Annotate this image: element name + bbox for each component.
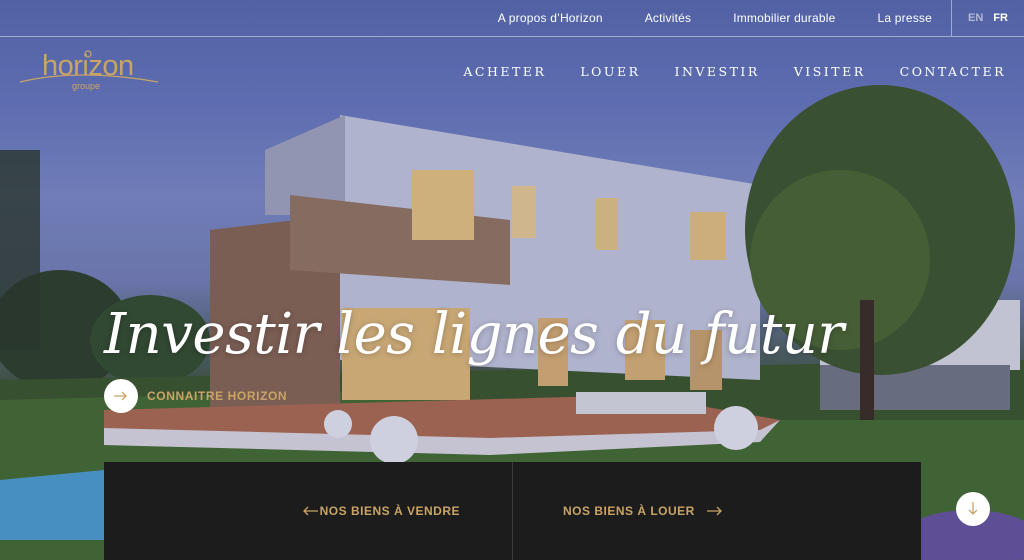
cta-label[interactable]: CONNAITRE HORIZON bbox=[147, 389, 287, 403]
logo-subtitle: groupe bbox=[72, 81, 101, 91]
hero-headline: Investir les lignes du futur bbox=[104, 302, 844, 367]
lang-en[interactable]: EN bbox=[968, 12, 983, 24]
nav-visiter[interactable]: VISITER bbox=[794, 64, 866, 79]
for-sale-button[interactable]: NOS BIENS À VENDRE bbox=[104, 462, 512, 560]
logo-wordmark: horizon bbox=[42, 50, 134, 82]
hero-background: A propos d’Horizon Activités Immobilier … bbox=[0, 0, 1024, 560]
utility-link-about[interactable]: A propos d’Horizon bbox=[498, 11, 603, 25]
cta-connaitre-horizon[interactable]: CONNAITRE HORIZON bbox=[104, 379, 287, 413]
lang-fr[interactable]: FR bbox=[993, 12, 1008, 24]
for-rent-label: NOS BIENS À LOUER bbox=[563, 504, 695, 518]
listing-panel: NOS BIENS À VENDRE NOS BIENS À LOUER bbox=[104, 462, 921, 560]
cta-arrow-button[interactable] bbox=[104, 379, 138, 413]
scroll-down-button[interactable] bbox=[956, 492, 990, 526]
arrow-right-icon bbox=[114, 391, 127, 401]
arrow-left-icon bbox=[302, 506, 318, 516]
nav-contacter[interactable]: CONTACTER bbox=[900, 64, 1006, 79]
for-rent-button[interactable]: NOS BIENS À LOUER bbox=[513, 462, 921, 560]
arrow-right-icon bbox=[706, 506, 722, 516]
nav-louer[interactable]: LOUER bbox=[580, 64, 640, 79]
utility-nav: A propos d’Horizon Activités Immobilier … bbox=[456, 0, 932, 36]
main-nav: ACHETER LOUER INVESTIR VISITER CONTACTER bbox=[429, 64, 1006, 79]
utility-link-sustainable[interactable]: Immobilier durable bbox=[733, 11, 835, 25]
utility-link-press[interactable]: La presse bbox=[878, 11, 933, 25]
arrow-down-icon bbox=[968, 502, 978, 515]
language-switcher: EN FR bbox=[951, 0, 1024, 36]
for-sale-label: NOS BIENS À VENDRE bbox=[319, 504, 460, 518]
nav-investir[interactable]: INVESTIR bbox=[675, 64, 760, 79]
nav-acheter[interactable]: ACHETER bbox=[463, 64, 546, 79]
logo[interactable]: horizon groupe bbox=[18, 50, 160, 94]
utility-link-activities[interactable]: Activités bbox=[645, 11, 691, 25]
utility-bar: A propos d’Horizon Activités Immobilier … bbox=[0, 0, 1024, 37]
